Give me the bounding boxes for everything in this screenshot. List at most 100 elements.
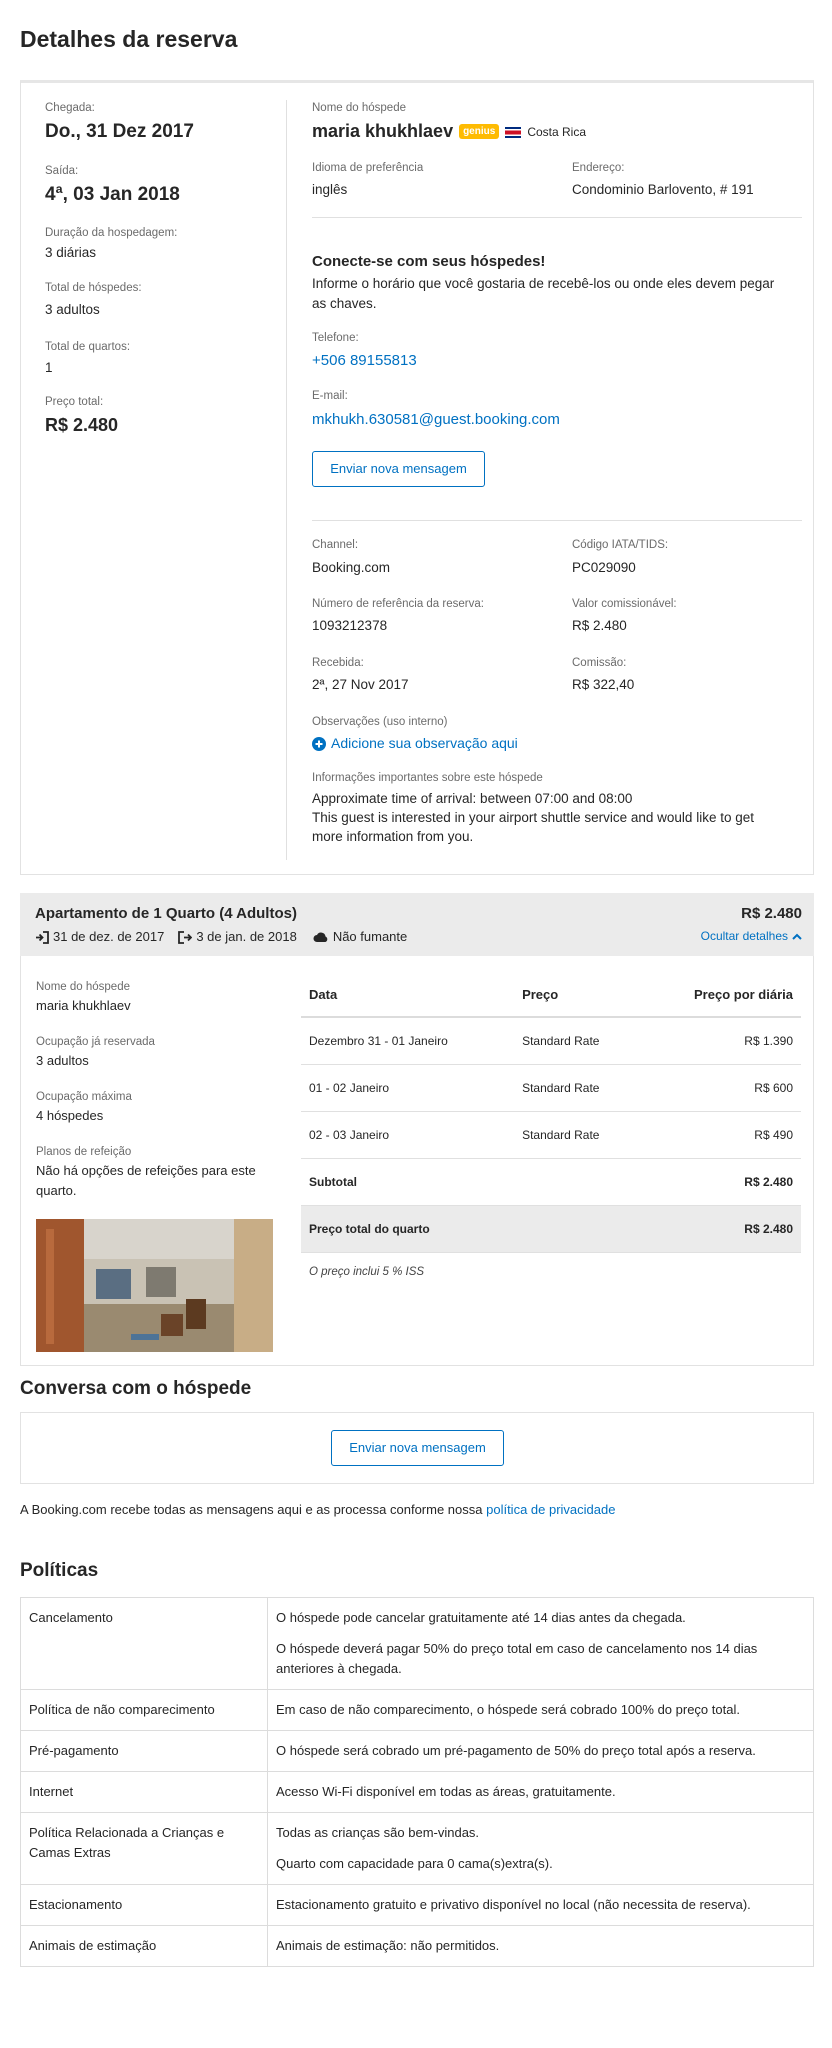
hide-details-link[interactable]: Ocultar detalhes	[701, 929, 802, 943]
add-note-link[interactable]: Adicione sua observação aqui	[312, 735, 518, 752]
chevron-up-icon	[792, 929, 802, 943]
table-row: Internet Acesso Wi-Fi disponível em toda…	[20, 1771, 814, 1813]
policy-text: Acesso Wi-Fi disponível em todas as área…	[267, 1771, 814, 1813]
commission-label: Comissão:	[572, 657, 627, 669]
policy-name: Pré-pagamento	[20, 1730, 268, 1772]
checkin-value: Do., 31 Dez 2017	[45, 121, 194, 142]
rate-date: Dezembro 31 - 01 Janeiro	[301, 1017, 515, 1065]
policy-name: Cancelamento	[20, 1597, 268, 1690]
policy-name: Política de não comparecimento	[20, 1689, 268, 1731]
rate-name: Standard Rate	[514, 1017, 643, 1065]
rate-name: Standard Rate	[514, 1111, 643, 1159]
connect-text-line1: Informe o horário que você gostaria de r…	[312, 276, 775, 291]
divider	[312, 520, 802, 521]
table-row: Política Relacionada a Crianças e Camas …	[20, 1812, 814, 1885]
price-label: Preço total:	[45, 396, 104, 408]
rates-header-row: Data Preço Preço por diária	[301, 972, 801, 1018]
total-row: Preço total do quarto R$ 2.480	[301, 1205, 801, 1253]
occupancy-value: 3 adultos	[36, 1053, 89, 1068]
table-row: Estacionamento Estacionamento gratuito e…	[20, 1884, 814, 1926]
checkout-icon	[178, 929, 193, 944]
policy-name: Internet	[20, 1771, 268, 1813]
page-title: Detalhes da reserva	[20, 26, 238, 52]
room-total-label: Preço total do quarto	[301, 1205, 515, 1253]
phone-label: Telefone:	[312, 332, 359, 344]
rate-date: 02 - 03 Janeiro	[301, 1111, 515, 1159]
guests-value: 3 adultos	[45, 302, 100, 317]
room-header	[20, 893, 814, 956]
genius-badge: genius	[459, 124, 500, 139]
received-value: 2ª, 27 Nov 2017	[312, 677, 409, 692]
privacy-notice: A Booking.com recebe todas as mensagens …	[20, 1502, 615, 1517]
room-checkin-date: 31 de dez. de 2017	[53, 929, 165, 945]
table-row: Política de não comparecimento Em caso d…	[20, 1689, 814, 1731]
hide-details-label: Ocultar detalhes	[700, 929, 788, 943]
rate-price: R$ 1.390	[642, 1017, 801, 1065]
received-label: Recebida:	[312, 657, 364, 669]
rate-date: 01 - 02 Janeiro	[301, 1064, 515, 1112]
add-note-label: Adicione sua observação aqui	[331, 735, 518, 752]
privacy-policy-link[interactable]: política de privacidade	[486, 1502, 615, 1517]
policy-line: Quarto com capacidade para 0 cama(s)extr…	[276, 1856, 553, 1871]
conversation-title: Conversa com o hóspede	[20, 1378, 252, 1399]
table-row: Dezembro 31 - 01 Janeiro Standard Rate R…	[301, 1017, 801, 1065]
address-value: Condominio Barlovento, # 191	[572, 182, 754, 197]
commissionable-value: R$ 2.480	[572, 618, 627, 633]
policy-line: Acesso Wi-Fi disponível em todas as área…	[276, 1784, 616, 1799]
room-smoking: Não fumante	[332, 929, 408, 945]
duration-label: Duração da hospedagem:	[45, 227, 178, 239]
channel-value: Booking.com	[312, 560, 391, 575]
important-info-line: This guest is interested in your airport…	[312, 810, 754, 825]
policy-text: Todas as crianças são bem-vindas. Quarto…	[267, 1812, 814, 1885]
room-photo[interactable]	[36, 1219, 273, 1352]
policy-line: O hóspede pode cancelar gratuitamente at…	[276, 1610, 686, 1625]
iata-label: Código IATA/TIDS:	[572, 539, 669, 551]
room-price: R$ 2.480	[741, 905, 802, 922]
checkout-label: Saída:	[45, 165, 79, 177]
ref-label: Número de referência da reserva:	[312, 598, 484, 610]
policy-text: Em caso de não comparecimento, o hóspede…	[267, 1689, 814, 1731]
rate-name: Standard Rate	[514, 1064, 643, 1112]
email-label: E-mail:	[312, 390, 348, 402]
no-smoking-cloud-icon	[313, 929, 329, 944]
room-guest-name-label: Nome do hóspede	[36, 981, 130, 993]
policy-line: O hóspede será cobrado um pré-pagamento …	[276, 1743, 756, 1758]
policy-line: Estacionamento gratuito e privativo disp…	[276, 1897, 751, 1912]
guest-name-row: maria khukhlaev genius Costa Rica	[312, 121, 586, 142]
rates-header-nightly: Preço por diária	[642, 972, 801, 1018]
room-guest-name: maria khukhlaev	[36, 998, 131, 1013]
policy-line: Animais de estimação: não permitidos.	[276, 1938, 500, 1953]
max-occupancy-value: 4 hóspedes	[36, 1108, 104, 1123]
policy-line: Em caso de não comparecimento, o hóspede…	[276, 1702, 740, 1717]
commission-value: R$ 322,40	[572, 677, 635, 692]
rates-header-price: Preço	[514, 972, 643, 1018]
duration-value: 3 diárias	[45, 245, 97, 260]
phone-link[interactable]: +506 89155813	[312, 352, 417, 369]
policy-text: Estacionamento gratuito e privativo disp…	[267, 1884, 814, 1926]
table-row: Animais de estimação Animais de estimaçã…	[20, 1925, 814, 1967]
checkin-icon	[35, 929, 49, 944]
plus-circle-icon	[312, 735, 326, 752]
price-value: R$ 2.480	[45, 415, 119, 435]
guests-label: Total de hóspedes:	[45, 282, 142, 294]
meal-plan-value: quarto.	[36, 1183, 77, 1198]
policy-name: Política Relacionada a Crianças e Camas …	[20, 1812, 268, 1885]
rooms-label: Total de quartos:	[45, 341, 131, 353]
occupancy-label: Ocupação já reservada	[36, 1036, 155, 1048]
meal-plan-label: Planos de refeição	[36, 1146, 132, 1158]
table-row: 01 - 02 Janeiro Standard Rate R$ 600	[301, 1064, 801, 1112]
send-message-button[interactable]: Enviar nova mensagem	[331, 1430, 504, 1466]
subtotal-value: R$ 2.480	[642, 1158, 801, 1206]
divider	[312, 217, 802, 218]
channel-label: Channel:	[312, 539, 359, 551]
guest-name-label: Nome do hóspede	[312, 102, 406, 114]
email-link[interactable]: mkhukh.630581@guest.booking.com	[312, 411, 560, 428]
tax-note: O preço inclui 5 % ISS	[309, 1266, 425, 1278]
subtotal-row: Subtotal R$ 2.480	[301, 1158, 801, 1206]
policies-table: Cancelamento O hóspede pode cancelar gra…	[20, 1597, 814, 1967]
commissionable-label: Valor comissionável:	[572, 598, 677, 610]
notes-label: Observações (uso interno)	[312, 716, 448, 728]
costa-rica-flag-icon	[505, 124, 522, 140]
language-label: Idioma de preferência	[312, 162, 424, 174]
send-message-button[interactable]: Enviar nova mensagem	[312, 451, 485, 487]
